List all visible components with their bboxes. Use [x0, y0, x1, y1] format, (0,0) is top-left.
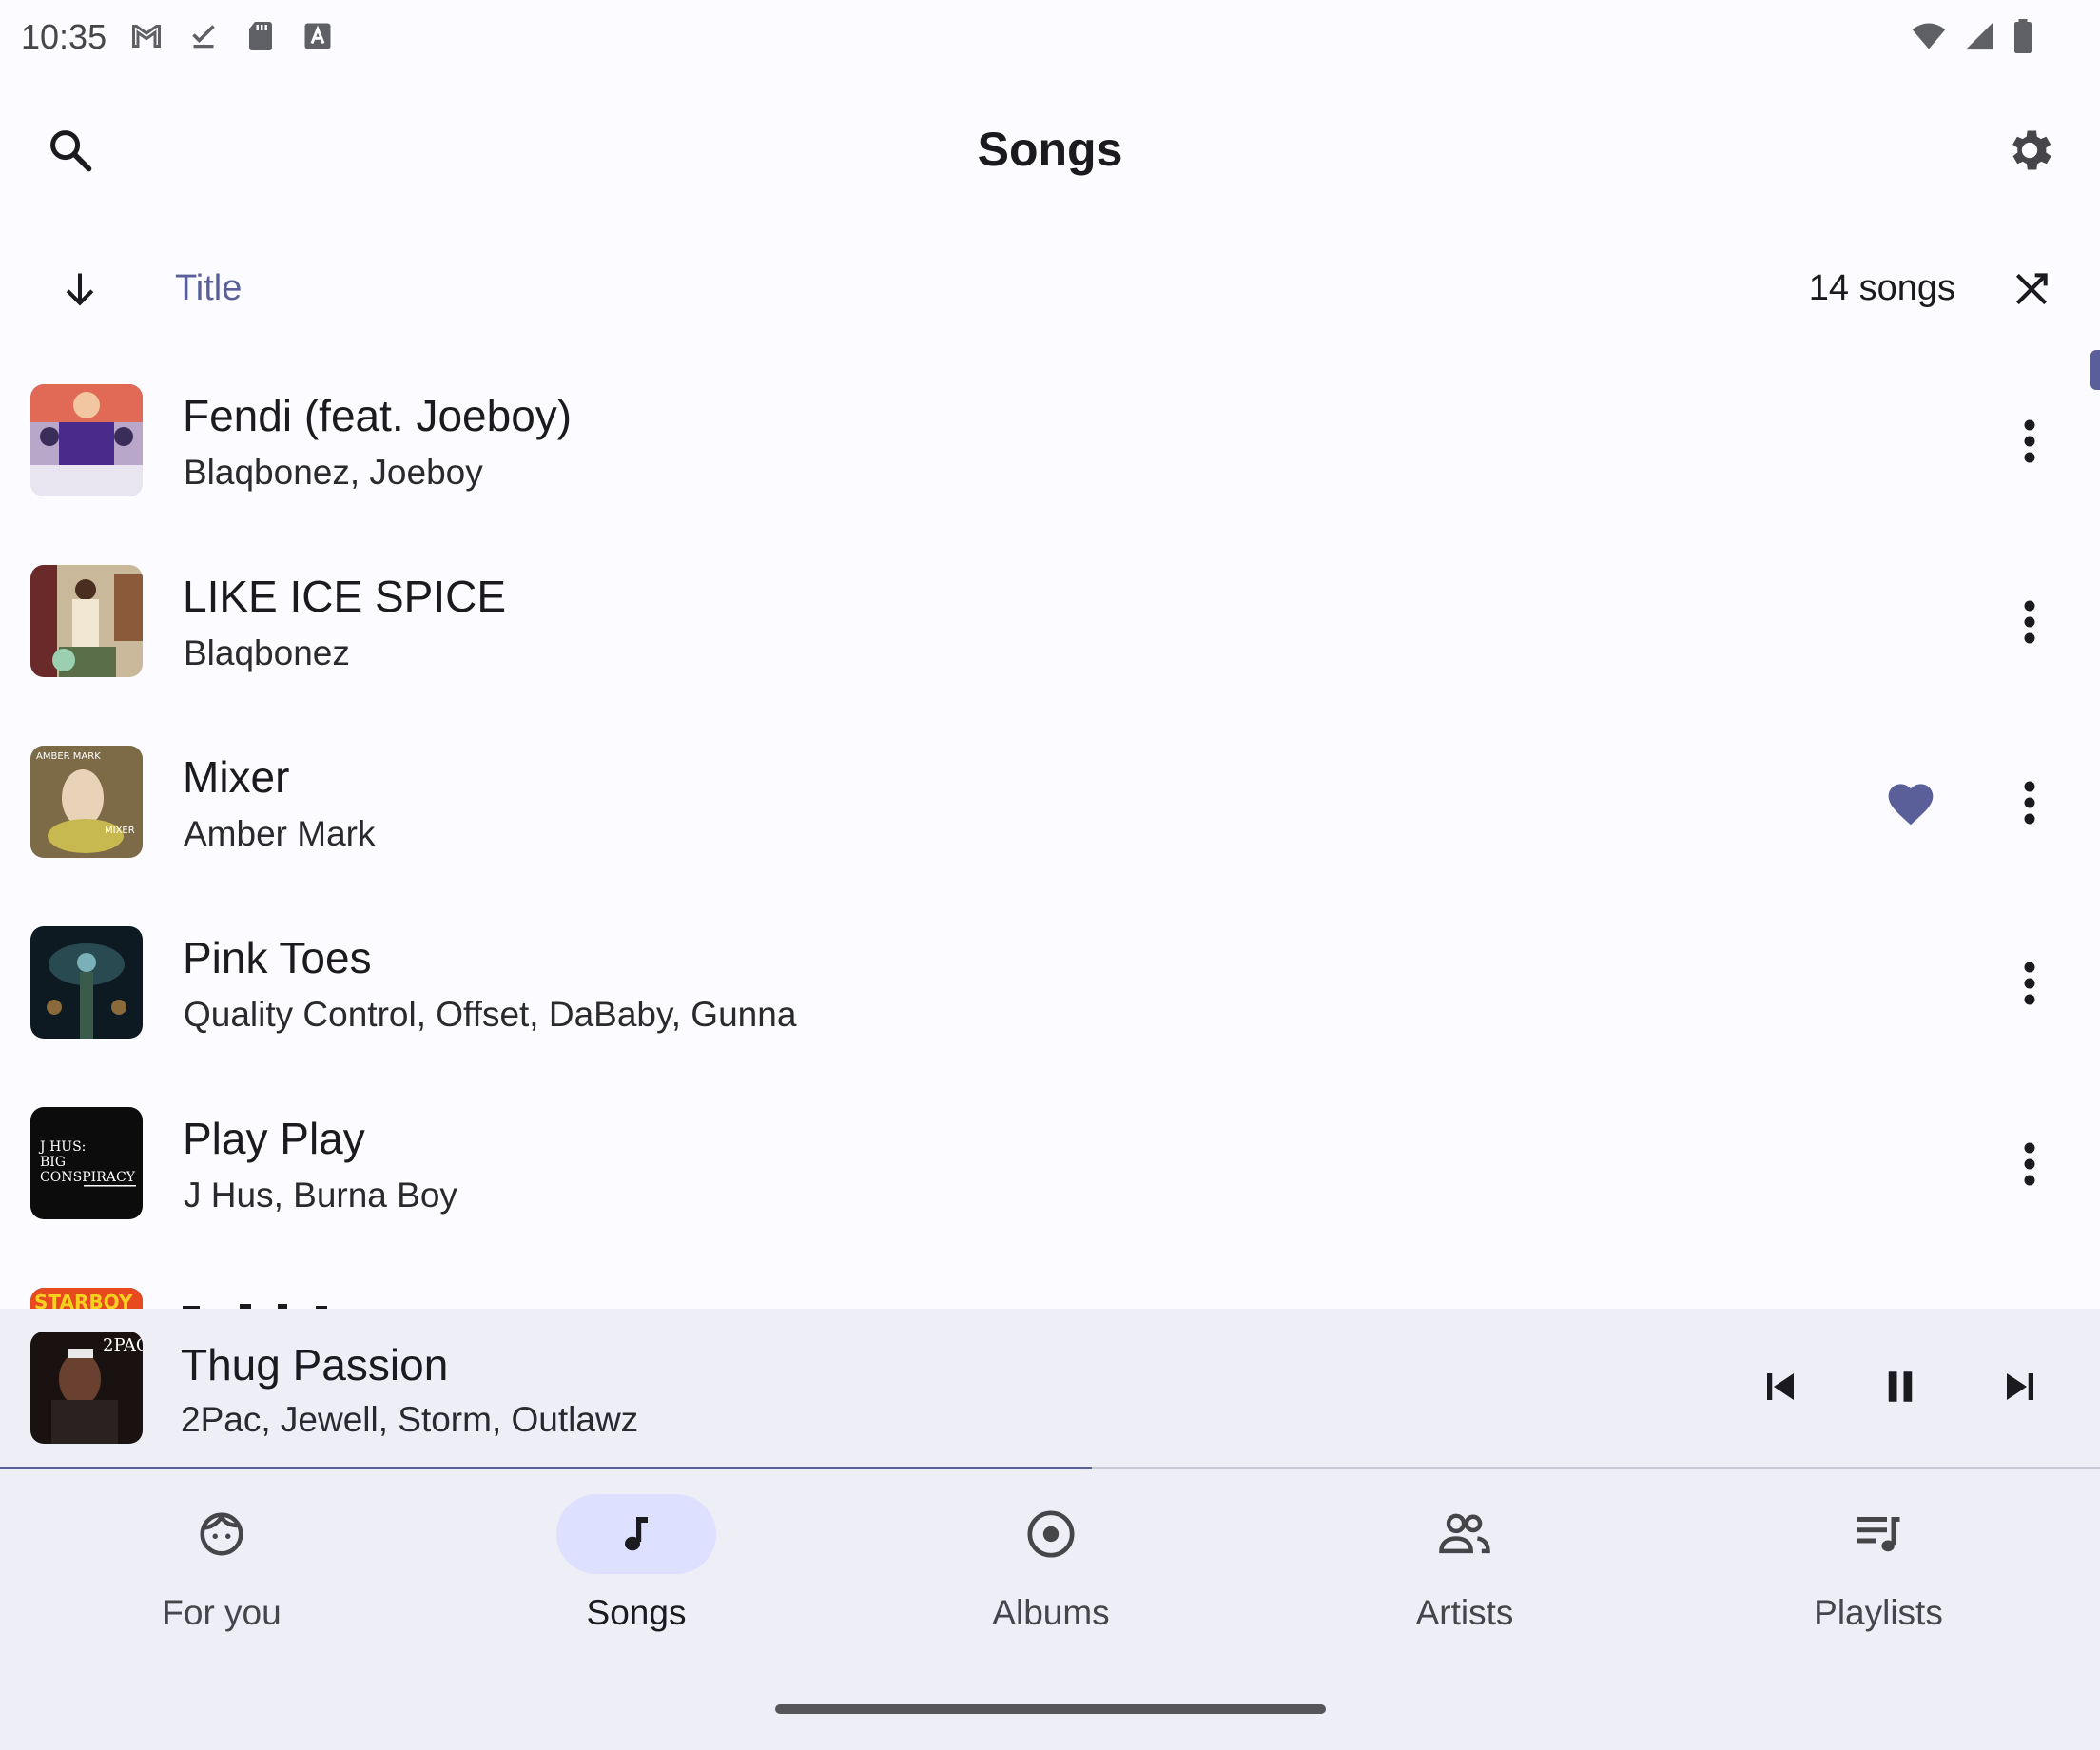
nav-item-artists[interactable]: Artists: [1257, 1494, 1672, 1646]
art-text: J HUS:: [38, 1139, 86, 1155]
settings-button[interactable]: [1995, 116, 2064, 185]
song-row[interactable]: LIKE ICE SPICE Blaqbonez: [0, 542, 2100, 723]
song-title: Play Play: [183, 1114, 365, 1163]
home-gesture-bar[interactable]: [775, 1704, 1326, 1714]
pause-icon: [1888, 1371, 1913, 1402]
nav-label: For you: [162, 1593, 282, 1632]
nav-pill: [142, 1494, 301, 1574]
more-vert-icon: [2024, 600, 2035, 644]
nav-label: Albums: [992, 1593, 1110, 1632]
pause-button[interactable]: [1870, 1356, 1931, 1417]
skip-next-button[interactable]: [1990, 1356, 2051, 1417]
album-art: [30, 926, 143, 1039]
favorite-button[interactable]: [1879, 770, 1942, 833]
more-vert-icon: [2024, 962, 2035, 1005]
nav-pill-active: [556, 1494, 716, 1574]
top-app-bar: Songs: [0, 95, 2100, 209]
song-count: 14 songs: [1808, 268, 1955, 308]
status-time: 10:35: [21, 17, 107, 56]
song-more-options-button[interactable]: [2001, 584, 2058, 660]
art-text: CONSPIRACY: [40, 1170, 136, 1185]
nav-pill: [971, 1494, 1131, 1574]
skip-previous-icon: [1767, 1373, 1794, 1400]
song-artist: Blaqbonez, Joeboy: [184, 453, 483, 492]
gmail-icon: [132, 25, 161, 48]
nav-pill: [1385, 1494, 1545, 1574]
artists-icon: [1439, 1513, 1490, 1554]
status-system-icons: [1912, 19, 2033, 53]
nav-pill: [1799, 1494, 1958, 1574]
song-row[interactable]: Fendi (feat. Joeboy) Blaqbonez, Joeboy: [0, 361, 2100, 542]
song-title: Pink Toes: [183, 933, 372, 982]
more-vert-icon: [2024, 1142, 2035, 1186]
shuffle-icon: [2015, 273, 2048, 305]
art-text: MIXER: [105, 826, 135, 836]
art-text: AMBER MARK: [36, 751, 101, 762]
more-vert-icon: [2024, 419, 2035, 463]
song-artist: Amber Mark: [184, 814, 376, 853]
song-more-options-button[interactable]: [2001, 945, 2058, 1021]
song-artist: Blaqbonez: [184, 633, 350, 672]
playlists-icon: [1857, 1517, 1900, 1552]
heart-filled-icon: [1888, 784, 1934, 826]
shuffle-button[interactable]: [2005, 262, 2058, 316]
sort-bar: Title 14 songs: [0, 249, 2100, 333]
download-done-icon: [192, 25, 215, 49]
more-vert-icon: [2024, 781, 2035, 825]
battery-icon: [2014, 19, 2032, 53]
now-playing-bar[interactable]: 2PAC Thug Passion 2Pac, Jewell, Storm, O…: [0, 1309, 2100, 1468]
album-art: [30, 384, 143, 496]
sort-by-title-button[interactable]: Title: [175, 268, 242, 309]
skip-next-icon: [2007, 1373, 2033, 1400]
now-playing-artist: 2Pac, Jewell, Storm, Outlawz: [181, 1400, 639, 1439]
wifi-icon: [1912, 23, 1946, 49]
status-bar: 10:35: [0, 0, 2100, 72]
art-text: 2PAC: [103, 1335, 143, 1355]
album-art: AMBER MARK MIXER: [30, 746, 143, 858]
arrow-down-icon: [66, 273, 94, 306]
song-row[interactable]: Pink Toes Quality Control, Offset, DaBab…: [0, 904, 2100, 1084]
nav-item-albums[interactable]: Albums: [844, 1494, 1258, 1646]
now-playing-title: Thug Passion: [181, 1340, 449, 1390]
album-art: [30, 565, 143, 677]
skip-previous-button[interactable]: [1750, 1356, 1811, 1417]
now-playing-album-art: 2PAC: [30, 1332, 143, 1444]
song-more-options-button[interactable]: [2001, 403, 2058, 479]
settings-gear-icon: [2012, 130, 2051, 170]
album-art: STARBOY: [30, 1288, 143, 1309]
status-notification-icons: [129, 19, 335, 53]
nav-item-playlists[interactable]: Playlists: [1671, 1494, 2086, 1646]
page-title: Songs: [977, 123, 1123, 176]
art-text: BIG: [40, 1155, 66, 1170]
nav-label: Playlists: [1814, 1593, 1943, 1632]
song-row[interactable]: J HUS: BIG CONSPIRACY Play Play J Hus, B…: [0, 1084, 2100, 1265]
album-icon: [1027, 1510, 1075, 1558]
song-more-options-button[interactable]: [2001, 765, 2058, 841]
album-art: J HUS: BIG CONSPIRACY: [30, 1107, 143, 1219]
sd-card-icon: [249, 22, 272, 50]
nav-item-for-you[interactable]: For you: [14, 1494, 429, 1646]
music-app-screen: 10:35 Songs Title 14 songs Fendi (feat. …: [0, 0, 2100, 1750]
partial-title-fragment: [183, 1301, 335, 1309]
song-artist: Quality Control, Offset, DaBaby, Gunna: [184, 995, 797, 1034]
nav-label: Artists: [1415, 1593, 1514, 1632]
song-more-options-button[interactable]: [2001, 1126, 2058, 1202]
song-title: Mixer: [183, 752, 290, 802]
for-you-icon: [200, 1512, 243, 1556]
nav-item-songs[interactable]: Songs: [429, 1494, 844, 1646]
song-title: Fendi (feat. Joeboy): [183, 391, 573, 440]
art-text: STARBOY: [34, 1291, 133, 1309]
music-note-icon: [625, 1517, 648, 1551]
song-list: Fendi (feat. Joeboy) Blaqbonez, Joeboy L: [0, 361, 2100, 1309]
font-a-icon: [304, 23, 331, 49]
nav-label: Songs: [586, 1593, 687, 1632]
song-row-partial[interactable]: STARBOY: [0, 1265, 2100, 1309]
song-row[interactable]: AMBER MARK MIXER Mixer Amber Mark: [0, 723, 2100, 904]
cell-signal-icon: [1965, 22, 1993, 50]
song-title: LIKE ICE SPICE: [183, 572, 507, 621]
sort-direction-button[interactable]: [53, 262, 107, 316]
song-artist: J Hus, Burna Boy: [184, 1176, 457, 1215]
